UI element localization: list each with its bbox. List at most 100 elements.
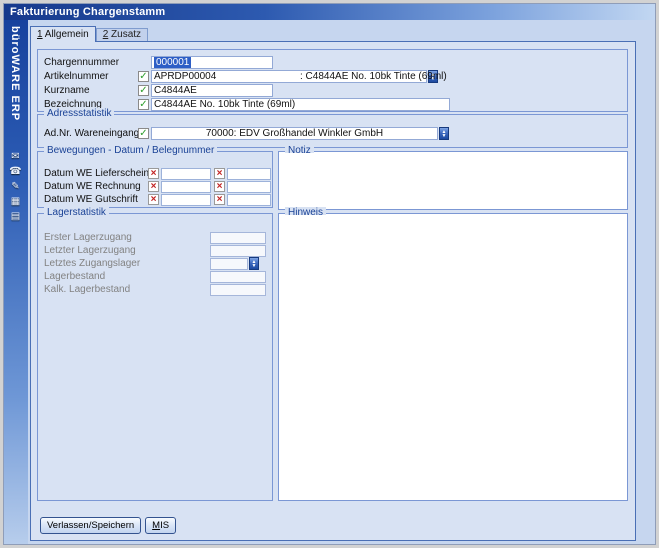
clear-icon: × — [151, 169, 157, 178]
wareneingang-value: 70000: EDV Großhandel Winkler GmbH — [206, 128, 383, 139]
sidebar: büroWARE ERP ✉ ☎ ✎ ▦ ▤ — [4, 20, 28, 544]
erster-lagerzugang-input[interactable] — [210, 232, 266, 244]
check-icon: ✓ — [139, 86, 147, 95]
lieferschein-datum-input[interactable] — [161, 168, 211, 180]
kalk-lagerbestand-row: Kalk. Lagerbestand — [44, 283, 266, 296]
gutschrift-datum-clear-button[interactable]: × — [148, 194, 159, 205]
erster-lagerzugang-label: Erster Lagerzugang — [44, 232, 210, 243]
chargennummer-value: 000001 — [154, 57, 191, 68]
spinner-down-icon: ▼ — [252, 264, 257, 268]
gutschrift-row: Datum WE Gutschrift × × — [44, 193, 271, 206]
tab-allgemein[interactable]: 1 Allgemein — [30, 26, 96, 42]
title-bar[interactable]: Fakturierung Chargenstamm — [4, 4, 655, 20]
gutschrift-datum-input[interactable] — [161, 194, 211, 206]
action-bar: Verlassen/Speichern MIS — [40, 517, 176, 534]
bezeichnung-input[interactable]: C4844AE No. 10bk Tinte (69ml) — [151, 98, 450, 111]
gutschrift-beleg-clear-button[interactable]: × — [214, 194, 225, 205]
kurzname-input[interactable]: C4844AE — [151, 84, 273, 97]
rechnung-beleg-clear-button[interactable]: × — [214, 181, 225, 192]
wareneingang-spinner[interactable]: ▲ ▼ — [439, 127, 449, 140]
chargennummer-row: Chargennummer 000001 — [44, 56, 273, 69]
check-icon: ✓ — [139, 72, 147, 81]
lieferschein-beleg-input[interactable] — [227, 168, 271, 180]
letzter-lagerzugang-input[interactable] — [210, 245, 266, 257]
grid-icon[interactable]: ▦ — [8, 195, 23, 208]
wareneingang-select[interactable]: 70000: EDV Großhandel Winkler GmbH — [151, 127, 438, 140]
artikelnummer-description: : C4844AE No. 10bk Tinte (69ml) — [300, 71, 447, 82]
wareneingang-checkbox[interactable]: ✓ — [138, 128, 149, 139]
sidebar-icon-bar: ✉ ☎ ✎ ▦ ▤ — [8, 150, 23, 223]
edit-icon[interactable]: ✎ — [8, 180, 23, 193]
bezeichnung-checkbox[interactable]: ✓ — [138, 99, 149, 110]
adressstatistik-group: Adressstatistik Ad.Nr. Wareneingang ✓ 70… — [37, 114, 628, 148]
lagerbestand-input[interactable] — [210, 271, 266, 283]
clear-icon: × — [217, 182, 223, 191]
lieferschein-beleg-clear-button[interactable]: × — [214, 168, 225, 179]
kurzname-row: Kurzname ✓ C4844AE — [44, 84, 273, 97]
artikelnummer-value: APRDP00004 — [154, 71, 216, 82]
rechnung-row: Datum WE Rechnung × × — [44, 180, 271, 193]
tab-bar: 1 Allgemein 2 Zusatz — [30, 26, 148, 42]
mail-icon[interactable]: ✉ — [8, 150, 23, 163]
kurzname-checkbox[interactable]: ✓ — [138, 85, 149, 96]
wareneingang-label: Ad.Nr. Wareneingang — [44, 128, 138, 139]
check-icon: ✓ — [139, 100, 147, 109]
mis-button[interactable]: MIS — [145, 517, 176, 534]
window-title: Fakturierung Chargenstamm — [10, 6, 165, 18]
letztes-zugangslager-input[interactable] — [210, 258, 248, 270]
chargennummer-input[interactable]: 000001 — [151, 56, 273, 69]
lagerstatistik-group: Lagerstatistik Erster Lagerzugang Letzte… — [37, 213, 273, 501]
letzter-lagerzugang-row: Letzter Lagerzugang — [44, 244, 266, 257]
brand-logo: büroWARE ERP — [9, 26, 21, 121]
artikelnummer-label: Artikelnummer — [44, 71, 138, 82]
phone-icon[interactable]: ☎ — [8, 165, 23, 178]
chargenstamm-window: Fakturierung Chargenstamm büroWARE ERP ✉… — [3, 3, 656, 545]
clear-icon: × — [217, 195, 223, 204]
bezeichnung-value: C4844AE No. 10bk Tinte (69ml) — [154, 99, 295, 110]
artikelnummer-checkbox[interactable]: ✓ — [138, 71, 149, 82]
rechnung-datum-clear-button[interactable]: × — [148, 181, 159, 192]
document-icon[interactable]: ▤ — [8, 210, 23, 223]
lieferschein-label: Datum WE Lieferschein — [44, 168, 148, 179]
spinner-down-icon: ▼ — [442, 134, 447, 138]
check-icon: ✓ — [139, 129, 147, 138]
lieferschein-datum-clear-button[interactable]: × — [148, 168, 159, 179]
lieferschein-row: Datum WE Lieferschein × × — [44, 167, 271, 180]
artikelnummer-input[interactable]: APRDP00004 : C4844AE No. 10bk Tinte (69m… — [151, 70, 427, 83]
screen: Fakturierung Chargenstamm büroWARE ERP ✉… — [0, 0, 659, 548]
clear-icon: × — [151, 195, 157, 204]
clear-icon: × — [151, 182, 157, 191]
letztes-zugangslager-label: Letztes Zugangslager — [44, 258, 210, 269]
letztes-zugangslager-row: Letztes Zugangslager ▲ ▼ — [44, 257, 259, 270]
kurzname-label: Kurzname — [44, 85, 138, 96]
verlassen-speichern-button[interactable]: Verlassen/Speichern — [40, 517, 141, 534]
bewegungen-title: Bewegungen - Datum / Belegnummer — [44, 145, 217, 157]
gutschrift-label: Datum WE Gutschrift — [44, 194, 148, 205]
gutschrift-beleg-input[interactable] — [227, 194, 271, 206]
notiz-group: Notiz — [278, 151, 628, 210]
kurzname-value: C4844AE — [154, 85, 197, 96]
lagerstatistik-title: Lagerstatistik — [44, 207, 109, 219]
erster-lagerzugang-row: Erster Lagerzugang — [44, 231, 266, 244]
general-group: Chargennummer 000001 Artikelnummer ✓ APR… — [37, 49, 628, 112]
chargennummer-label: Chargennummer — [44, 57, 138, 68]
notiz-textarea[interactable] — [280, 153, 626, 208]
adressstatistik-title: Adressstatistik — [44, 108, 114, 120]
kalk-lagerbestand-input[interactable] — [210, 284, 266, 296]
wareneingang-row: Ad.Nr. Wareneingang ✓ 70000: EDV Großhan… — [44, 127, 449, 140]
rechnung-label: Datum WE Rechnung — [44, 181, 148, 192]
rechnung-datum-input[interactable] — [161, 181, 211, 193]
kalk-lagerbestand-label: Kalk. Lagerbestand — [44, 284, 210, 295]
artikelnummer-row: Artikelnummer ✓ APRDP00004 : C4844AE No.… — [44, 70, 438, 83]
hinweis-textarea[interactable] — [280, 215, 626, 499]
rechnung-beleg-input[interactable] — [227, 181, 271, 193]
bewegungen-group: Bewegungen - Datum / Belegnummer Datum W… — [37, 151, 273, 208]
hinweis-group: Hinweis — [278, 213, 628, 501]
clear-icon: × — [217, 169, 223, 178]
main-panel: Chargennummer 000001 Artikelnummer ✓ APR… — [30, 41, 636, 541]
lagerbestand-label: Lagerbestand — [44, 271, 210, 282]
zugangslager-spinner[interactable]: ▲ ▼ — [249, 257, 259, 270]
lagerbestand-row: Lagerbestand — [44, 270, 266, 283]
tab-zusatz[interactable]: 2 Zusatz — [96, 28, 148, 41]
letzter-lagerzugang-label: Letzter Lagerzugang — [44, 245, 210, 256]
